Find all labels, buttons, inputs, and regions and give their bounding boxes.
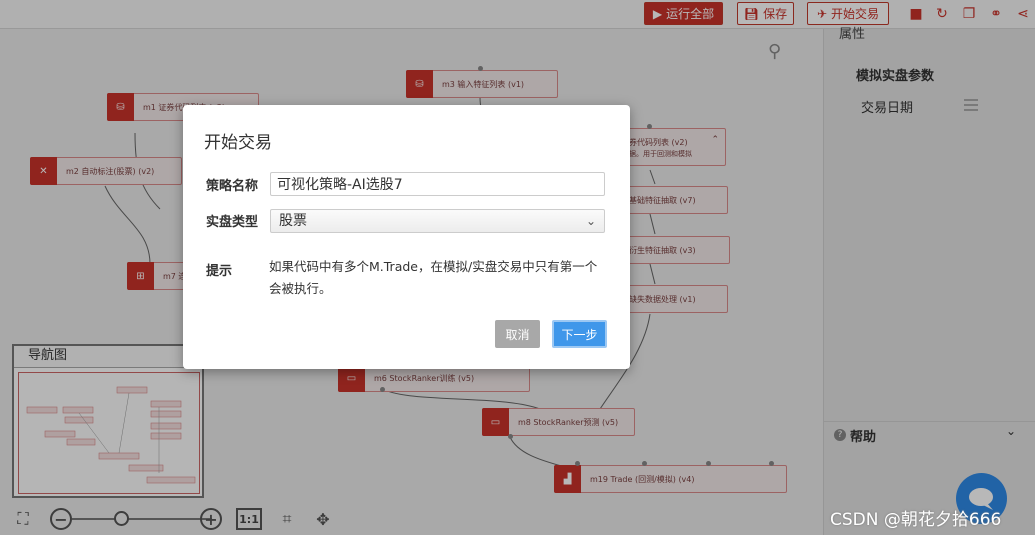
tip-label: 提示: [206, 264, 233, 279]
trade-type-label: 实盘类型: [206, 215, 259, 230]
tip-text: 如果代码中有多个M.Trade，在模拟/实盘交易中只有第一个会被执行。: [269, 259, 598, 296]
cancel-button[interactable]: 取消: [495, 320, 540, 348]
strategy-name-label: 策略名称: [206, 179, 259, 194]
start-trade-dialog: 开始交易 策略名称 实盘类型 股票 ⌄ 提示 如果代码中有多个M.Trade，在…: [183, 105, 630, 369]
trade-type-select[interactable]: 股票 ⌄: [270, 209, 605, 233]
strategy-name-input[interactable]: [270, 172, 605, 196]
chevron-down-icon: ⌄: [585, 214, 596, 228]
dialog-title: 开始交易: [204, 133, 272, 153]
next-button[interactable]: 下一步: [552, 320, 607, 348]
watermark: CSDN @朝花夕拾666: [830, 510, 1002, 530]
